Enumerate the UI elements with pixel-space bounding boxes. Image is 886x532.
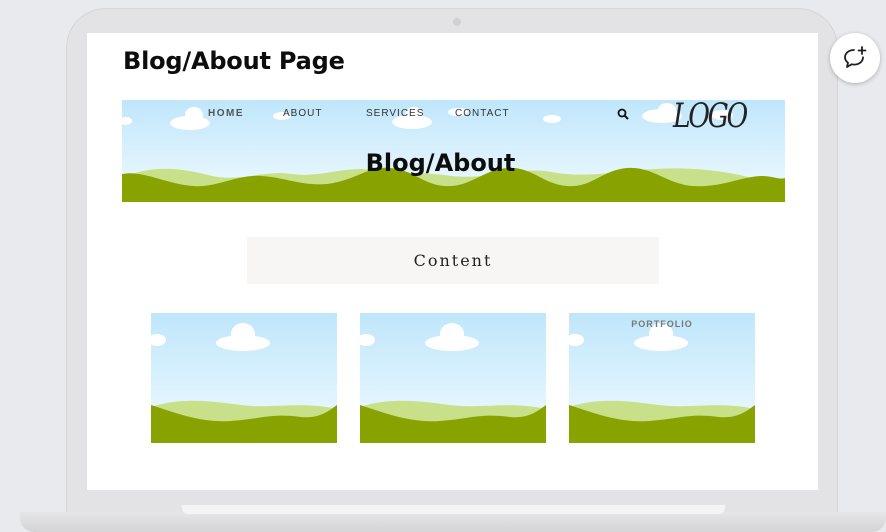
page-title: Blog/About Page [123, 47, 345, 75]
card-3-label: PORTFOLIO [631, 319, 693, 329]
feedback-button[interactable] [830, 33, 880, 83]
card-2-image [360, 313, 546, 443]
logo[interactable]: LOGO [673, 100, 748, 136]
banner-heading: Blog/About [365, 149, 516, 177]
card-2[interactable] [360, 313, 546, 443]
laptop-base [20, 512, 886, 532]
header-banner: HOME ABOUT SERVICES CONTACT LOGO Blog/Ab… [122, 100, 785, 202]
nav-home[interactable]: HOME [208, 108, 244, 119]
camera-dot [453, 18, 461, 26]
content-section: Content [247, 237, 659, 284]
card-3-image [569, 313, 755, 443]
nav-about[interactable]: ABOUT [283, 108, 322, 119]
nav-services[interactable]: SERVICES [366, 108, 424, 119]
laptop-screen: Blog/About Page HOME ABOUT SERVICES CONT… [87, 33, 818, 490]
nav-contact[interactable]: CONTACT [455, 108, 510, 119]
card-3[interactable]: PORTFOLIO [569, 313, 755, 443]
comment-plus-icon [844, 46, 867, 68]
content-label: Content [413, 251, 493, 270]
card-1[interactable] [151, 313, 337, 443]
laptop-base-notch [182, 505, 725, 514]
card-1-image [151, 313, 337, 443]
search-icon[interactable] [617, 108, 629, 120]
